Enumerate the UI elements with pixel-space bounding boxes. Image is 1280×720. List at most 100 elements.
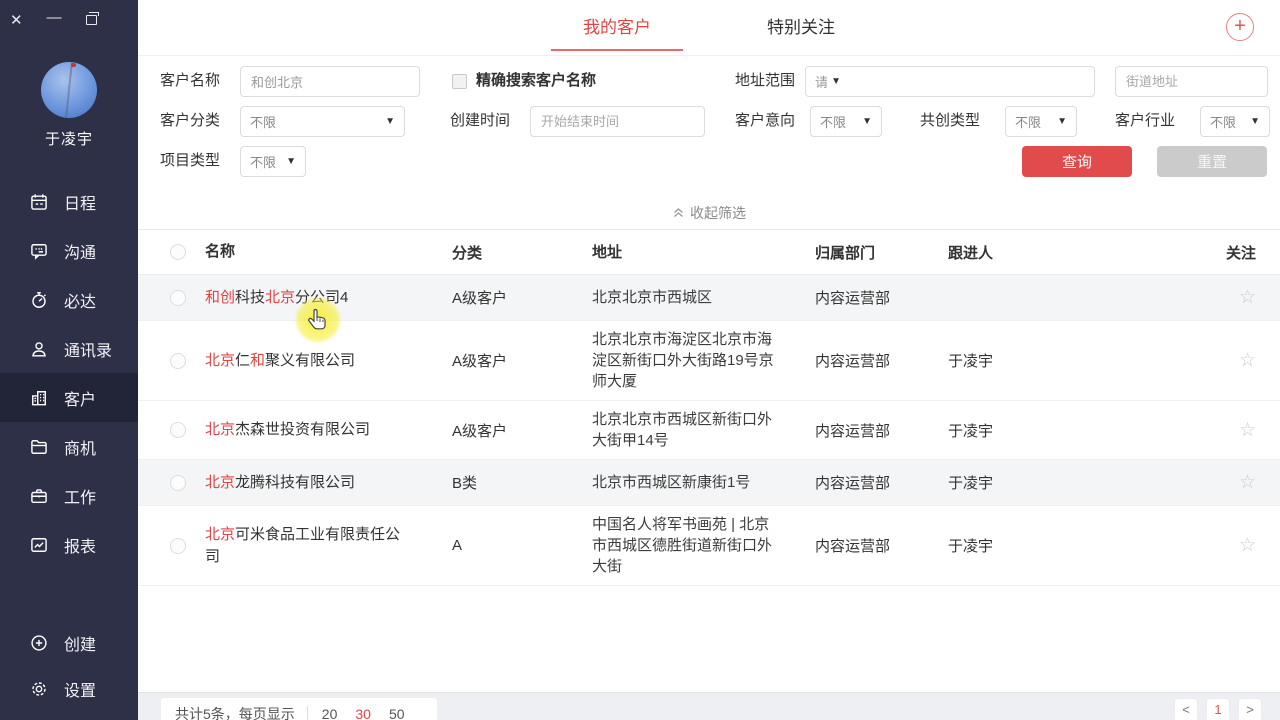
tabs-header: 我的客户 特别关注 + <box>138 0 1280 56</box>
sidebar: ✕ — 于凌宇 日程沟通必达通讯录客户商机工作报表 创建设置 <box>0 0 138 720</box>
project-type-select[interactable]: 不限 ▼ <box>240 146 306 177</box>
table-row[interactable]: 北京仁和聚义有限公司A级客户北京北京市海淀区北京市海淀区新街口外大街路19号京师… <box>138 321 1280 401</box>
exact-search-label[interactable]: 精确搜索客户名称 <box>476 66 596 96</box>
briefcase-icon <box>29 486 49 506</box>
customer-follower: 于凌宇 <box>948 420 1100 441</box>
table-row[interactable]: 北京杰森世投资有限公司A级客户北京北京市西城区新街口外大街甲14号内容运营部于凌… <box>138 401 1280 460</box>
city-select[interactable]: 请选择城市 ▼ <box>805 66 1095 97</box>
pagination: < 1 > <box>1174 698 1262 720</box>
chevron-down-icon: ▼ <box>831 76 841 87</box>
page-size-20[interactable]: 20 <box>322 706 338 720</box>
sidebar-item-客户[interactable]: 客户 <box>0 373 138 422</box>
tab-我的客户[interactable]: 我的客户 <box>569 0 665 55</box>
customer-category: A级客户 <box>452 350 592 371</box>
column-header-category: 分类 <box>452 242 592 263</box>
row-select-radio[interactable] <box>170 475 186 491</box>
customer-follower: 于凌宇 <box>948 472 1100 493</box>
sidebar-item-必达[interactable]: 必达 <box>0 275 138 324</box>
customer-category: A级客户 <box>452 287 592 308</box>
page-size-50[interactable]: 50 <box>389 706 405 720</box>
sidebar-item-商机[interactable]: 商机 <box>0 422 138 471</box>
prev-page-button[interactable]: < <box>1174 698 1198 720</box>
customer-name-link[interactable]: 北京龙腾科技有限公司 <box>205 472 452 494</box>
search-button[interactable]: 查询 <box>1022 146 1132 177</box>
next-page-button[interactable]: > <box>1238 698 1262 720</box>
customer-name-link[interactable]: 北京可米食品工业有限责任公司 <box>205 524 452 568</box>
customer-name-link[interactable]: 北京杰森世投资有限公司 <box>205 419 452 441</box>
row-select-radio[interactable] <box>170 290 186 306</box>
sidebar-item-报表[interactable]: 报表 <box>0 520 138 569</box>
collapse-filters-link[interactable]: 收起筛选 <box>138 196 1280 230</box>
tab-特别关注[interactable]: 特别关注 <box>753 0 849 55</box>
sidebar-item-label: 工作 <box>64 484 96 508</box>
star-icon[interactable]: ☆ <box>1239 472 1256 493</box>
sidebar-item-设置[interactable]: 设置 <box>0 666 138 712</box>
star-icon[interactable]: ☆ <box>1239 535 1256 556</box>
avatar[interactable] <box>41 62 97 118</box>
create-time-input[interactable] <box>530 106 705 137</box>
chevron-down-icon: ▼ <box>862 116 872 127</box>
exact-search-checkbox[interactable] <box>452 74 467 89</box>
table-row[interactable]: 和创科技北京分公司4A级客户北京北京市西城区内容运营部☆ <box>138 275 1280 321</box>
sidebar-item-label: 日程 <box>64 190 96 214</box>
column-header-name: 名称 <box>205 241 452 263</box>
project-type-label: 项目类型 <box>160 146 220 176</box>
industry-label: 客户行业 <box>1115 106 1175 136</box>
plus-circle-icon <box>29 633 49 653</box>
category-select[interactable]: 不限 ▼ <box>240 106 405 137</box>
intent-select[interactable]: 不限 ▼ <box>810 106 882 137</box>
create-time-label: 创建时间 <box>450 106 510 136</box>
reset-button[interactable]: 重置 <box>1157 146 1267 177</box>
customer-follower: 于凌宇 <box>948 535 1100 556</box>
current-page-button[interactable]: 1 <box>1206 698 1230 720</box>
table-row[interactable]: 北京龙腾科技有限公司B类北京市西城区新康街1号内容运营部于凌宇☆ <box>138 460 1280 506</box>
customer-name-link[interactable]: 和创科技北京分公司4 <box>205 287 452 309</box>
address-range-label: 地址范围 <box>735 66 795 96</box>
page-size-30[interactable]: 30 <box>355 706 371 720</box>
sidebar-item-label: 报表 <box>64 533 96 557</box>
table-row[interactable]: 北京可米食品工业有限责任公司A中国名人将军书画苑 | 北京市西城区德胜街道新街口… <box>138 506 1280 586</box>
sidebar-item-label: 通讯录 <box>64 337 112 361</box>
customer-name-link[interactable]: 北京仁和聚义有限公司 <box>205 350 452 372</box>
column-header-department: 归属部门 <box>815 242 948 263</box>
industry-select[interactable]: 不限 ▼ <box>1200 106 1270 137</box>
cocreate-type-select[interactable]: 不限 ▼ <box>1005 106 1077 137</box>
star-icon[interactable]: ☆ <box>1239 287 1256 308</box>
customer-follower: 于凌宇 <box>948 350 1100 371</box>
chevron-down-icon: ▼ <box>1057 116 1067 127</box>
customer-name-input[interactable] <box>240 66 420 97</box>
row-select-radio[interactable] <box>170 353 186 369</box>
street-address-input[interactable] <box>1115 66 1268 97</box>
maximize-icon[interactable] <box>86 15 97 25</box>
select-all-radio[interactable] <box>170 244 186 260</box>
customer-department: 内容运营部 <box>815 420 948 441</box>
customer-address: 中国名人将军书画苑 | 北京市西城区德胜街道新街口外大街 <box>592 514 815 577</box>
sidebar-item-label: 设置 <box>64 677 96 701</box>
customer-department: 内容运营部 <box>815 535 948 556</box>
double-chevron-up-icon <box>672 206 685 219</box>
star-icon[interactable]: ☆ <box>1239 420 1256 441</box>
sidebar-item-创建[interactable]: 创建 <box>0 620 138 666</box>
footer-bar: 共计5条，每页显示 203050 < 1 > <box>138 692 1280 720</box>
add-customer-button[interactable]: + <box>1226 13 1254 41</box>
contacts-icon <box>29 339 49 359</box>
close-icon[interactable]: ✕ <box>10 13 23 28</box>
sidebar-item-label: 客户 <box>64 386 96 410</box>
chevron-down-icon: ▼ <box>286 156 296 167</box>
sidebar-item-工作[interactable]: 工作 <box>0 471 138 520</box>
row-select-radio[interactable] <box>170 538 186 554</box>
sidebar-item-label: 商机 <box>64 435 96 459</box>
star-icon[interactable]: ☆ <box>1239 350 1256 371</box>
divider <box>307 706 308 720</box>
customer-name-label: 客户名称 <box>160 66 220 96</box>
stopwatch-icon <box>29 290 49 310</box>
row-select-radio[interactable] <box>170 422 186 438</box>
sidebar-item-日程[interactable]: 日程 <box>0 177 138 226</box>
sidebar-item-通讯录[interactable]: 通讯录 <box>0 324 138 373</box>
sidebar-item-label: 必达 <box>64 288 96 312</box>
column-header-address: 地址 <box>592 242 815 263</box>
gear-icon <box>29 679 49 699</box>
chevron-down-icon: ▼ <box>1250 116 1260 127</box>
minimize-icon[interactable]: — <box>47 10 62 25</box>
sidebar-item-沟通[interactable]: 沟通 <box>0 226 138 275</box>
